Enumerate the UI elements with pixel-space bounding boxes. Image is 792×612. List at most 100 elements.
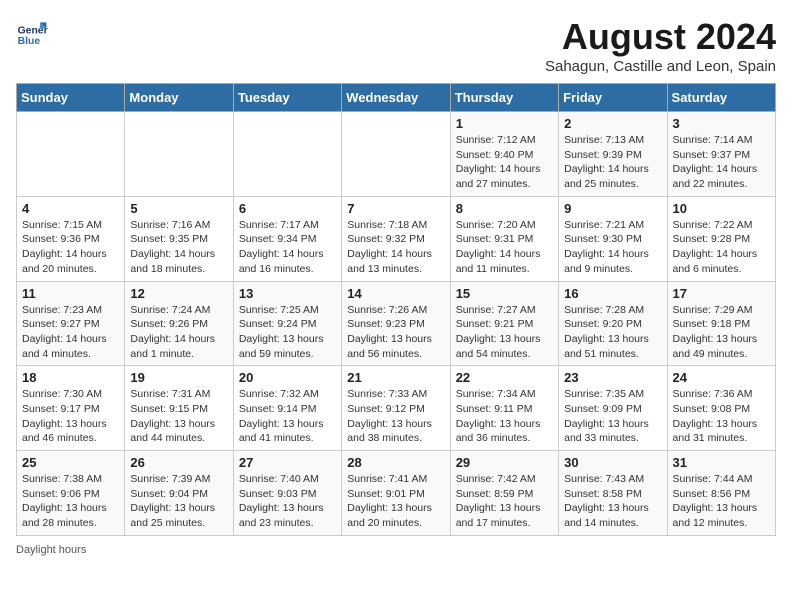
day-number: 26 [130,455,227,470]
day-info: Sunrise: 7:22 AM Sunset: 9:28 PM Dayligh… [673,218,770,277]
calendar-cell: 9 Sunrise: 7:21 AM Sunset: 9:30 PM Daylig… [559,196,667,281]
day-number: 17 [673,286,770,301]
svg-text:Blue: Blue [18,36,41,47]
logo-icon: General Blue [16,16,48,48]
day-info: Sunrise: 7:33 AM Sunset: 9:12 PM Dayligh… [347,387,444,446]
calendar-cell: 13 Sunrise: 7:25 AM Sunset: 9:24 PM Dayli… [233,281,341,366]
header-wednesday: Wednesday [342,84,450,112]
day-number: 30 [564,455,661,470]
week-row-2: 4Sunrise: 7:15 AM Sunset: 9:36 PM Daylig… [17,196,776,281]
day-info: Sunrise: 7:29 AM Sunset: 9:18 PM Dayligh… [673,303,770,362]
calendar-cell: 5 Sunrise: 7:16 AM Sunset: 9:35 PM Daylig… [125,196,233,281]
calendar-cell: 29 Sunrise: 7:42 AM Sunset: 8:59 PM Dayli… [450,451,558,536]
day-info: Sunrise: 7:34 AM Sunset: 9:11 PM Dayligh… [456,387,553,446]
day-info: Sunrise: 7:44 AM Sunset: 8:56 PM Dayligh… [673,472,770,531]
daylight-label: Daylight hours [16,544,86,556]
day-info: Sunrise: 7:39 AM Sunset: 9:04 PM Dayligh… [130,472,227,531]
week-row-1: 1 Sunrise: 7:12 AM Sunset: 9:40 PM Daylig… [17,112,776,197]
calendar-cell: 3 Sunrise: 7:14 AM Sunset: 9:37 PM Daylig… [667,112,775,197]
day-info: Sunrise: 7:18 AM Sunset: 9:32 PM Dayligh… [347,218,444,277]
day-number: 10 [673,201,770,216]
calendar-cell: 4Sunrise: 7:15 AM Sunset: 9:36 PM Daylig… [17,196,125,281]
calendar-cell: 1 Sunrise: 7:12 AM Sunset: 9:40 PM Daylig… [450,112,558,197]
week-row-3: 11Sunrise: 7:23 AM Sunset: 9:27 PM Dayli… [17,281,776,366]
day-info: Sunrise: 7:13 AM Sunset: 9:39 PM Dayligh… [564,133,661,192]
calendar-cell: 8 Sunrise: 7:20 AM Sunset: 9:31 PM Daylig… [450,196,558,281]
day-number: 23 [564,370,661,385]
day-number: 4 [22,201,119,216]
day-number: 16 [564,286,661,301]
day-number: 29 [456,455,553,470]
header-sunday: Sunday [17,84,125,112]
calendar-cell: 11Sunrise: 7:23 AM Sunset: 9:27 PM Dayli… [17,281,125,366]
day-info: Sunrise: 7:30 AM Sunset: 9:17 PM Dayligh… [22,387,119,446]
title-block: August 2024 Sahagun, Castille and Leon, … [545,16,776,75]
day-info: Sunrise: 7:21 AM Sunset: 9:30 PM Dayligh… [564,218,661,277]
day-number: 24 [673,370,770,385]
day-number: 7 [347,201,444,216]
day-number: 28 [347,455,444,470]
month-year-title: August 2024 [545,16,776,58]
calendar-cell: 22Sunrise: 7:34 AM Sunset: 9:11 PM Dayli… [450,366,558,451]
calendar-cell: 15 Sunrise: 7:27 AM Sunset: 9:21 PM Dayli… [450,281,558,366]
day-number: 13 [239,286,336,301]
calendar-cell: 14Sunrise: 7:26 AM Sunset: 9:23 PM Dayli… [342,281,450,366]
day-info: Sunrise: 7:43 AM Sunset: 8:58 PM Dayligh… [564,472,661,531]
calendar-cell: 25Sunrise: 7:38 AM Sunset: 9:06 PM Dayli… [17,451,125,536]
day-number: 25 [22,455,119,470]
calendar-cell: 28 Sunrise: 7:41 AM Sunset: 9:01 PM Dayli… [342,451,450,536]
day-info: Sunrise: 7:35 AM Sunset: 9:09 PM Dayligh… [564,387,661,446]
day-number: 20 [239,370,336,385]
calendar-cell: 18 Sunrise: 7:30 AM Sunset: 9:17 PM Dayli… [17,366,125,451]
calendar-cell: 17 Sunrise: 7:29 AM Sunset: 9:18 PM Dayli… [667,281,775,366]
day-info: Sunrise: 7:14 AM Sunset: 9:37 PM Dayligh… [673,133,770,192]
day-info: Sunrise: 7:31 AM Sunset: 9:15 PM Dayligh… [130,387,227,446]
day-number: 14 [347,286,444,301]
calendar-cell: 12Sunrise: 7:24 AM Sunset: 9:26 PM Dayli… [125,281,233,366]
day-number: 15 [456,286,553,301]
calendar-cell: 6Sunrise: 7:17 AM Sunset: 9:34 PM Daylig… [233,196,341,281]
day-number: 2 [564,116,661,131]
calendar-cell: 24 Sunrise: 7:36 AM Sunset: 9:08 PM Dayli… [667,366,775,451]
header-monday: Monday [125,84,233,112]
calendar-header-row: SundayMondayTuesdayWednesdayThursdayFrid… [17,84,776,112]
week-row-5: 25Sunrise: 7:38 AM Sunset: 9:06 PM Dayli… [17,451,776,536]
calendar-cell: 7 Sunrise: 7:18 AM Sunset: 9:32 PM Daylig… [342,196,450,281]
day-number: 1 [456,116,553,131]
day-info: Sunrise: 7:20 AM Sunset: 9:31 PM Dayligh… [456,218,553,277]
calendar-cell [342,112,450,197]
day-info: Sunrise: 7:25 AM Sunset: 9:24 PM Dayligh… [239,303,336,362]
calendar-cell: 20 Sunrise: 7:32 AM Sunset: 9:14 PM Dayli… [233,366,341,451]
day-number: 5 [130,201,227,216]
calendar-cell [17,112,125,197]
location-subtitle: Sahagun, Castille and Leon, Spain [545,58,776,75]
day-number: 18 [22,370,119,385]
day-info: Sunrise: 7:32 AM Sunset: 9:14 PM Dayligh… [239,387,336,446]
day-number: 19 [130,370,227,385]
calendar-cell: 23 Sunrise: 7:35 AM Sunset: 9:09 PM Dayli… [559,366,667,451]
day-number: 6 [239,201,336,216]
day-number: 8 [456,201,553,216]
day-number: 3 [673,116,770,131]
day-info: Sunrise: 7:36 AM Sunset: 9:08 PM Dayligh… [673,387,770,446]
header-friday: Friday [559,84,667,112]
page-header: General Blue August 2024 Sahagun, Castil… [16,16,776,75]
calendar-cell: 2 Sunrise: 7:13 AM Sunset: 9:39 PM Daylig… [559,112,667,197]
logo: General Blue [16,16,48,48]
day-info: Sunrise: 7:41 AM Sunset: 9:01 PM Dayligh… [347,472,444,531]
day-number: 21 [347,370,444,385]
day-info: Sunrise: 7:27 AM Sunset: 9:21 PM Dayligh… [456,303,553,362]
day-info: Sunrise: 7:28 AM Sunset: 9:20 PM Dayligh… [564,303,661,362]
calendar-cell: 16 Sunrise: 7:28 AM Sunset: 9:20 PM Dayli… [559,281,667,366]
calendar-cell [233,112,341,197]
day-info: Sunrise: 7:42 AM Sunset: 8:59 PM Dayligh… [456,472,553,531]
day-info: Sunrise: 7:24 AM Sunset: 9:26 PM Dayligh… [130,303,227,362]
day-number: 9 [564,201,661,216]
calendar-cell: 21 Sunrise: 7:33 AM Sunset: 9:12 PM Dayli… [342,366,450,451]
day-info: Sunrise: 7:16 AM Sunset: 9:35 PM Dayligh… [130,218,227,277]
day-number: 27 [239,455,336,470]
day-number: 11 [22,286,119,301]
week-row-4: 18 Sunrise: 7:30 AM Sunset: 9:17 PM Dayli… [17,366,776,451]
calendar-cell: 31Sunrise: 7:44 AM Sunset: 8:56 PM Dayli… [667,451,775,536]
day-info: Sunrise: 7:12 AM Sunset: 9:40 PM Dayligh… [456,133,553,192]
